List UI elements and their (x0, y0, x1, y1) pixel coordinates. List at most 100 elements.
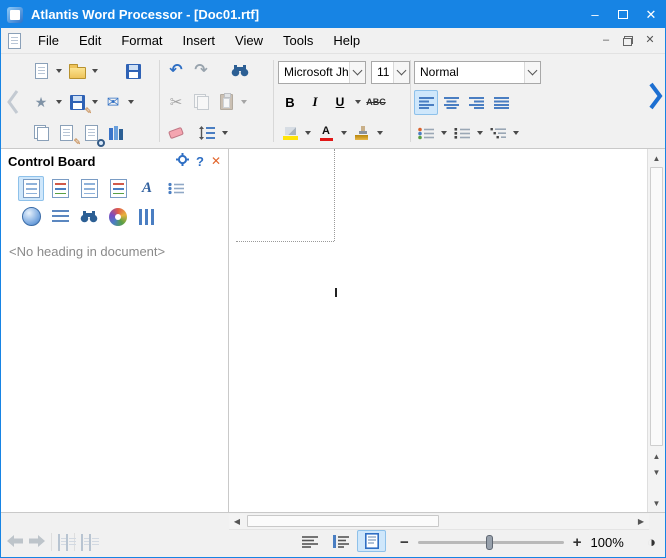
font-color-dropdown[interactable] (339, 121, 349, 146)
menu-format[interactable]: Format (111, 29, 172, 52)
minimize-button[interactable]: – (581, 1, 609, 28)
font-name-combo[interactable]: Microsoft Jh (278, 61, 366, 84)
zoom-out-button[interactable]: − (400, 535, 409, 550)
paste-dropdown[interactable] (239, 90, 249, 115)
styles-pane-button[interactable] (47, 176, 73, 201)
redo-button[interactable]: ↷ (189, 59, 213, 84)
font-size-combo[interactable]: 11 (371, 61, 410, 84)
draft-view-button[interactable] (295, 530, 324, 552)
bookmarks-pane-button[interactable] (105, 176, 131, 201)
favorites-dropdown[interactable] (54, 90, 64, 115)
highlight-button[interactable] (278, 121, 302, 146)
font-size-combo-arrow[interactable] (393, 62, 409, 83)
zoom-slider-thumb[interactable] (486, 535, 493, 550)
eraser-button[interactable] (164, 121, 188, 146)
menu-insert[interactable]: Insert (173, 29, 226, 52)
font-color-button[interactable]: A (314, 121, 338, 146)
headings-pane-button[interactable] (18, 176, 44, 201)
new-document-button[interactable] (29, 59, 53, 84)
document-area[interactable] (229, 149, 647, 512)
scroll-right-button[interactable]: ▶ (633, 514, 649, 529)
menu-help[interactable]: Help (323, 29, 370, 52)
columns-pane-button[interactable] (134, 204, 160, 229)
multilevel-dropdown[interactable] (511, 121, 521, 146)
next-page-button[interactable]: ▼ (649, 464, 664, 480)
paragraph-style-combo[interactable]: Normal (414, 61, 541, 84)
doc-tool-button-1[interactable] (58, 535, 60, 550)
favorites-button[interactable]: ★ (29, 90, 53, 115)
mdi-close-button[interactable]: ✕ (640, 32, 660, 49)
align-left-button[interactable] (414, 90, 438, 115)
format-painter-dropdown[interactable] (375, 121, 385, 146)
scroll-down-button[interactable]: ▼ (649, 495, 664, 511)
format-painter-button[interactable] (350, 121, 374, 146)
email-dropdown[interactable] (126, 90, 136, 115)
save-as-button[interactable]: ✎ (65, 90, 89, 115)
zoom-in-button[interactable]: + (573, 535, 582, 550)
mdi-minimize-button[interactable]: – (596, 32, 616, 49)
duplicate-button[interactable] (29, 121, 53, 146)
save-button[interactable] (121, 59, 145, 84)
scroll-up-button[interactable]: ▲ (649, 150, 664, 166)
edit-document-button[interactable]: ✎ (54, 121, 78, 146)
find-button[interactable] (228, 59, 252, 84)
undo-button[interactable]: ↶ (164, 59, 188, 84)
underline-dropdown[interactable] (353, 90, 363, 115)
italic-button[interactable]: I (303, 90, 327, 115)
overview-pane-button[interactable] (18, 204, 44, 229)
numbering-button[interactable] (450, 121, 474, 146)
align-right-button[interactable] (464, 90, 488, 115)
mdi-restore-button[interactable] (618, 32, 638, 49)
numbering-dropdown[interactable] (475, 121, 485, 146)
menu-tools[interactable]: Tools (273, 29, 323, 52)
email-button[interactable]: ✉ (101, 90, 125, 115)
clipboard-pane-button[interactable] (76, 176, 102, 201)
doc-tool-button-2[interactable] (66, 535, 68, 550)
previous-page-button[interactable]: ▲ (649, 448, 664, 464)
paragraph-style-combo-arrow[interactable] (524, 62, 540, 83)
resources-pane-button[interactable] (105, 204, 131, 229)
new-document-dropdown[interactable] (54, 59, 64, 84)
line-spacing-dropdown[interactable] (220, 121, 230, 146)
doc-tool-button-4[interactable] (89, 535, 91, 550)
paste-button[interactable] (214, 90, 238, 115)
font-name-combo-arrow[interactable] (349, 62, 365, 83)
line-spacing-button[interactable] (195, 121, 219, 146)
vertical-scrollbar-thumb[interactable] (650, 167, 663, 446)
help-button[interactable]: ? (196, 154, 204, 169)
underline-button[interactable]: U (328, 90, 352, 115)
online-view-button[interactable] (326, 530, 355, 552)
horizontal-scrollbar[interactable]: ◀ ▶ (229, 514, 649, 530)
menu-view[interactable]: View (225, 29, 273, 52)
menu-edit[interactable]: Edit (69, 29, 111, 52)
horizontal-scrollbar-thumb[interactable] (247, 515, 439, 527)
bold-button[interactable]: B (278, 90, 302, 115)
bullets-dropdown[interactable] (439, 121, 449, 146)
theme-toggle-button[interactable]: ◑ (647, 534, 656, 551)
open-button[interactable] (65, 59, 89, 84)
print-button[interactable] (104, 121, 128, 146)
paragraphs-pane-button[interactable] (47, 204, 73, 229)
multilevel-list-button[interactable] (486, 121, 510, 146)
scroll-left-button[interactable]: ◀ (229, 514, 245, 529)
control-board-close-button[interactable]: ✕ (211, 154, 221, 168)
toc-pane-button[interactable] (163, 176, 189, 201)
settings-button[interactable] (176, 153, 189, 169)
fonts-pane-button[interactable]: A (134, 176, 160, 201)
nav-back-button[interactable] (7, 535, 23, 550)
maximize-button[interactable] (609, 1, 637, 28)
highlight-dropdown[interactable] (303, 121, 313, 146)
menu-file[interactable]: File (28, 29, 69, 52)
open-dropdown[interactable] (90, 59, 100, 84)
close-button[interactable]: ✕ (637, 1, 665, 28)
toolbar-more-button[interactable] (646, 79, 664, 113)
page-layout-view-button[interactable] (357, 530, 386, 552)
bullets-button[interactable] (414, 121, 438, 146)
find-pane-button[interactable] (76, 204, 102, 229)
cut-button[interactable]: ✂ (164, 90, 188, 115)
align-center-button[interactable] (439, 90, 463, 115)
toolbar-scroll-left-button[interactable] (3, 86, 23, 118)
print-preview-button[interactable] (79, 121, 103, 146)
zoom-slider[interactable] (418, 541, 564, 544)
align-justify-button[interactable] (489, 90, 513, 115)
